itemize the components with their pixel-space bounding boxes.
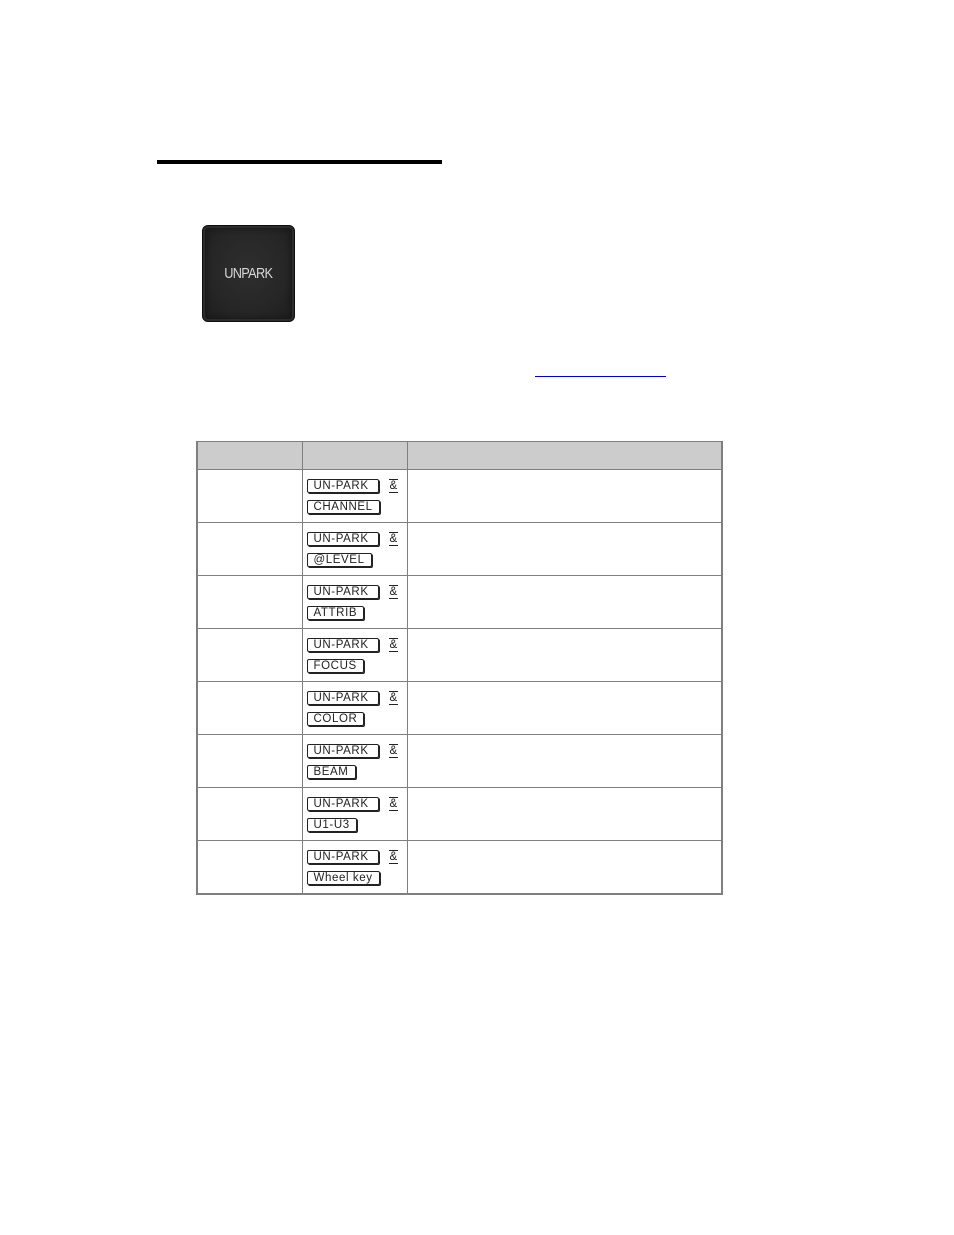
row-description-cell — [406, 469, 723, 523]
unpark-key: UN-PARK — [306, 532, 379, 546]
unpark-key-label: UNPARK — [224, 265, 273, 282]
row-label-cell — [196, 522, 303, 576]
second-key: CHANNEL — [306, 500, 380, 514]
table-row: UN-PARK & Wheel key — [196, 840, 723, 895]
simultaneous-press-symbol: & — [388, 532, 399, 546]
second-key: ATTRIB — [306, 606, 365, 620]
table-row: UN-PARK & COLOR — [196, 681, 723, 735]
heading-rule — [157, 160, 442, 164]
unpark-shortcuts-table: UN-PARK & CHANNEL UN-PARK & @LEVEL UN-PARK & ATT… — [196, 441, 723, 895]
table-row: UN-PARK & @LEVEL — [196, 522, 723, 576]
key-combo-cell: UN-PARK & U1-U3 — [301, 787, 408, 841]
table-header-cell — [406, 441, 723, 470]
row-description-cell — [406, 522, 723, 576]
unpark-key: UN-PARK — [306, 850, 379, 864]
row-description-cell — [406, 734, 723, 788]
simultaneous-press-symbol: & — [388, 744, 399, 758]
simultaneous-press-symbol: & — [388, 638, 399, 652]
row-label-cell — [196, 840, 303, 895]
key-combo-cell: UN-PARK & COLOR — [301, 681, 408, 735]
table-row: UN-PARK & BEAM — [196, 734, 723, 788]
row-label-cell — [196, 628, 303, 682]
unpark-key: UN-PARK — [306, 638, 379, 652]
simultaneous-press-symbol: & — [388, 850, 399, 864]
unpark-key: UN-PARK — [306, 744, 379, 758]
second-key: Wheel key — [306, 871, 380, 885]
row-label-cell — [196, 787, 303, 841]
second-key: U1-U3 — [306, 818, 357, 832]
simultaneous-press-symbol: & — [388, 585, 399, 599]
table-row: UN-PARK & FOCUS — [196, 628, 723, 682]
second-key: @LEVEL — [306, 553, 372, 567]
key-combo-cell: UN-PARK & CHANNEL — [301, 469, 408, 523]
cross-reference-link[interactable] — [535, 376, 666, 377]
second-key: COLOR — [306, 712, 365, 726]
second-key: BEAM — [306, 765, 356, 779]
table-header-cell — [301, 441, 408, 470]
row-label-cell — [196, 469, 303, 523]
row-description-cell — [406, 628, 723, 682]
row-description-cell — [406, 787, 723, 841]
row-label-cell — [196, 575, 303, 629]
table-row: UN-PARK & ATTRIB — [196, 575, 723, 629]
key-combo-cell: UN-PARK & @LEVEL — [301, 522, 408, 576]
row-label-cell — [196, 734, 303, 788]
unpark-key: UN-PARK — [306, 585, 379, 599]
simultaneous-press-symbol: & — [388, 797, 399, 811]
simultaneous-press-symbol: & — [388, 479, 399, 493]
unpark-key: UN-PARK — [306, 797, 379, 811]
key-combo-cell: UN-PARK & FOCUS — [301, 628, 408, 682]
row-description-cell — [406, 575, 723, 629]
key-combo-cell: UN-PARK & ATTRIB — [301, 575, 408, 629]
simultaneous-press-symbol: & — [388, 691, 399, 705]
table-row: UN-PARK & CHANNEL — [196, 469, 723, 523]
unpark-key-image: UNPARK — [202, 225, 295, 322]
key-combo-cell: UN-PARK & BEAM — [301, 734, 408, 788]
table-header-cell — [196, 441, 303, 470]
row-description-cell — [406, 840, 723, 895]
table-header-row — [196, 441, 723, 470]
second-key: FOCUS — [306, 659, 364, 673]
unpark-key: UN-PARK — [306, 691, 379, 705]
table-row: UN-PARK & U1-U3 — [196, 787, 723, 841]
unpark-key: UN-PARK — [306, 479, 379, 493]
row-description-cell — [406, 681, 723, 735]
key-combo-cell: UN-PARK & Wheel key — [301, 840, 408, 895]
row-label-cell — [196, 681, 303, 735]
